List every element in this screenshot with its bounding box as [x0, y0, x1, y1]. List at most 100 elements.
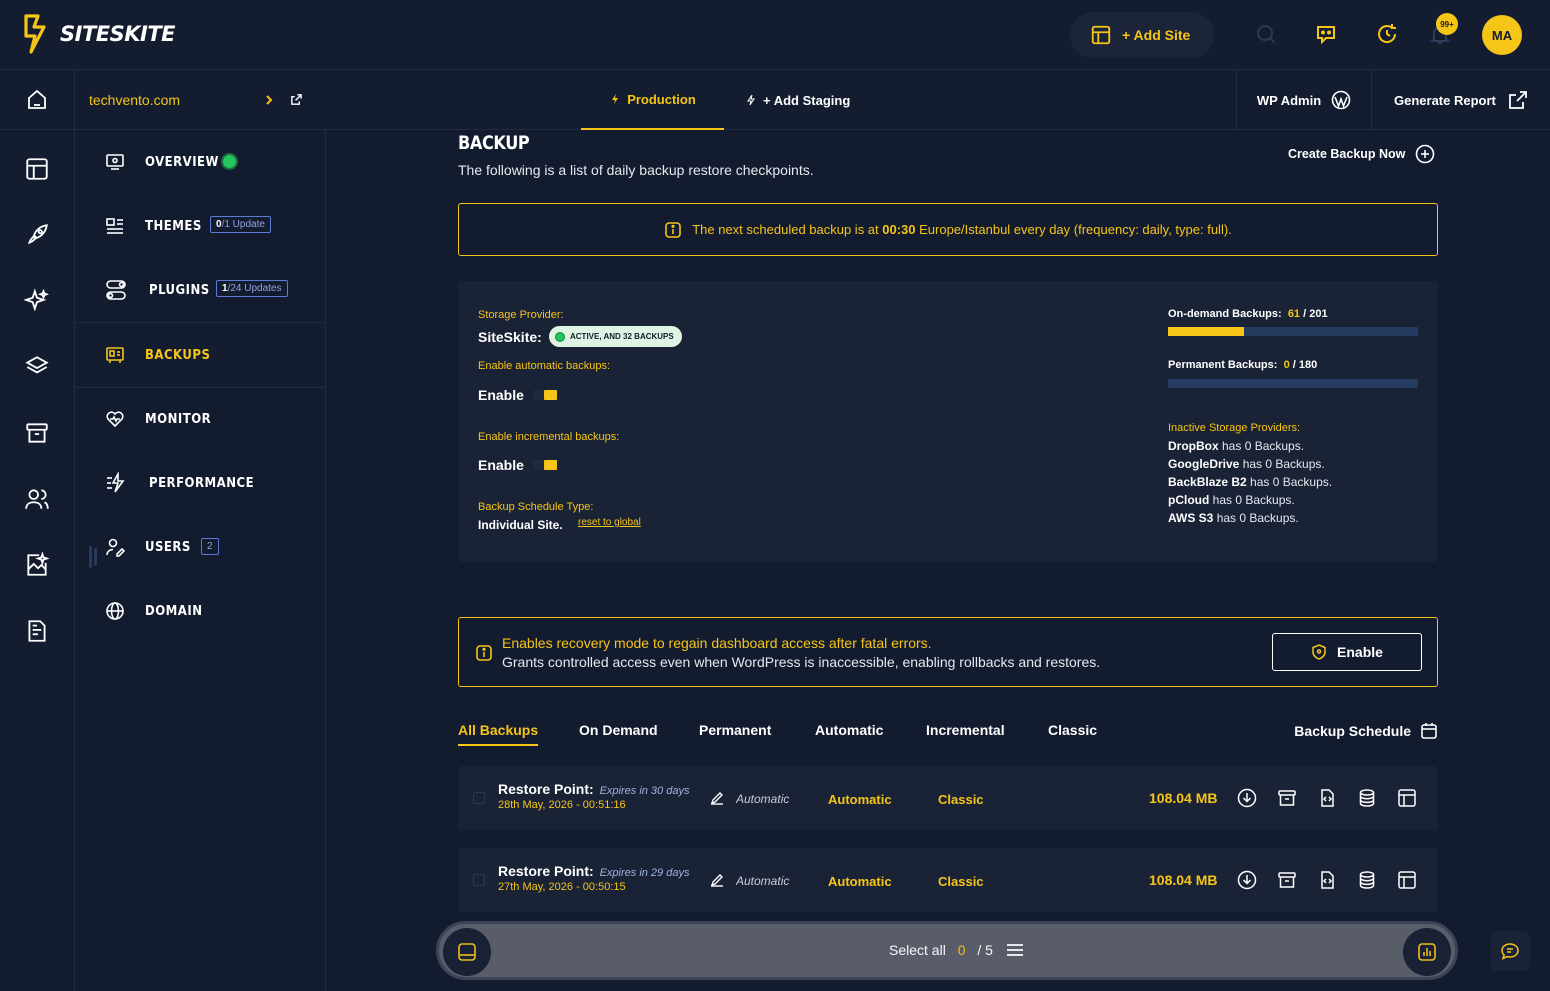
logo[interactable]: SITESKITE [22, 14, 176, 54]
edit-pencil-icon[interactable] [710, 791, 724, 805]
backups-icon [106, 347, 124, 363]
inactive-provider: GoogleDrive has 0 Backups. [1168, 457, 1325, 471]
sidebar-item-label: BACKUPS [145, 347, 211, 363]
document-icon[interactable] [24, 618, 50, 644]
scroll-handle[interactable] [89, 546, 97, 568]
tab-incremental[interactable]: Incremental [926, 722, 1005, 744]
bolt-outline-icon [747, 94, 755, 106]
wp-admin-button[interactable]: WP Admin [1236, 70, 1372, 130]
layout-icon[interactable] [1397, 870, 1417, 890]
tab-production[interactable]: Production [581, 70, 724, 130]
notifications-badge: 99+ [1436, 13, 1458, 35]
sidebar-item-performance[interactable]: PERFORMANCE [75, 451, 325, 515]
recovery-line1: Enables recovery mode to regain dashboar… [502, 635, 932, 651]
external-link-icon[interactable] [290, 93, 303, 106]
incremental-backup-toggle[interactable] [533, 460, 557, 470]
layout-icon [1091, 25, 1111, 45]
sidebar-item-backups[interactable]: BACKUPS [75, 322, 325, 388]
update-badge[interactable]: 1/24 Updates [216, 280, 288, 297]
sidebar-item-plugins[interactable]: PLUGINS 1/24 Updates [75, 258, 325, 322]
database-icon[interactable] [1357, 788, 1377, 808]
select-all-control[interactable]: Select all 0 / 5 [889, 942, 1023, 958]
auto-backup-toggle[interactable] [533, 390, 557, 400]
site-name-link[interactable]: techvento.com [89, 92, 180, 108]
panel-icon [458, 943, 476, 961]
tab-permanent[interactable]: Permanent [699, 722, 771, 744]
performance-icon [107, 472, 125, 493]
backup-schedule-button[interactable]: Backup Schedule [1294, 722, 1438, 740]
row-checkbox[interactable] [473, 792, 485, 804]
search-icon[interactable] [1254, 22, 1278, 46]
info-icon [476, 645, 492, 661]
archive-icon[interactable] [24, 420, 50, 446]
main-content: BACKUP The following is a list of daily … [326, 130, 1550, 991]
add-site-button[interactable]: + Add Site [1070, 12, 1214, 58]
backup-note[interactable]: Automatic [736, 792, 790, 806]
generate-report-button[interactable]: Generate Report [1394, 70, 1528, 130]
tab-on-demand[interactable]: On Demand [579, 722, 658, 744]
chat-button[interactable] [1490, 931, 1530, 971]
archive-icon[interactable] [1277, 788, 1297, 808]
reset-to-global-link[interactable]: reset to global [578, 517, 641, 528]
layers-icon[interactable] [24, 354, 50, 380]
restore-point-title: Restore Point: Expires in 29 days [498, 863, 690, 879]
team-icon[interactable] [24, 486, 50, 512]
backup-note[interactable]: Automatic [736, 874, 790, 888]
download-icon[interactable] [1237, 788, 1257, 808]
sidebar-item-overview[interactable]: OVERVIEW [75, 130, 325, 194]
chevron-right-icon[interactable] [263, 94, 275, 106]
home-button[interactable] [0, 70, 75, 130]
update-badge[interactable]: 0/1 Update [210, 216, 271, 233]
tab-add-staging-label: + Add Staging [763, 92, 851, 108]
backup-method: Classic [938, 874, 984, 889]
tab-classic[interactable]: Classic [1048, 722, 1097, 744]
backup-row[interactable]: Restore Point: Expires in 30 days 28th M… [458, 766, 1438, 830]
inactive-providers-list: DropBox has 0 Backups. GoogleDrive has 0… [1168, 437, 1332, 527]
bolt-icon [612, 94, 619, 104]
code-file-icon[interactable] [1317, 788, 1337, 808]
database-icon[interactable] [1357, 870, 1377, 890]
enable-recovery-button[interactable]: Enable [1272, 633, 1422, 671]
inactive-providers-label: Inactive Storage Providers: [1168, 422, 1301, 434]
enable-recovery-label: Enable [1337, 644, 1383, 660]
row-checkbox[interactable] [473, 874, 485, 886]
download-icon[interactable] [1237, 870, 1257, 890]
users-count-badge[interactable]: 2 [201, 538, 219, 555]
layout-icon[interactable] [1397, 788, 1417, 808]
tab-add-staging[interactable]: + Add Staging [745, 70, 850, 130]
shield-icon [1312, 644, 1326, 660]
sparkles-icon[interactable] [24, 288, 50, 314]
plugins-icon [106, 280, 126, 300]
icon-rail [0, 130, 75, 991]
sidebar-item-monitor[interactable]: MONITOR [75, 387, 325, 451]
incremental-backup-value: Enable [478, 457, 524, 473]
backup-row[interactable]: Restore Point: Expires in 29 days 27th M… [458, 848, 1438, 912]
sidebar-item-users[interactable]: USERS 2 [75, 515, 325, 579]
code-file-icon[interactable] [1317, 870, 1337, 890]
permanent-label: Permanent Backups: 0 / 180 [1168, 359, 1318, 371]
restore-point-date: 27th May, 2026 - 00:50:15 [498, 881, 626, 893]
brand-name: SITESKITE [60, 22, 176, 46]
panel-toggle-button[interactable] [443, 928, 491, 976]
edit-pencil-icon[interactable] [710, 873, 724, 887]
backup-method: Classic [938, 792, 984, 807]
sidebar-item-themes[interactable]: THEMES 0/1 Update [75, 194, 325, 258]
sidebar-item-domain[interactable]: DOMAIN [75, 579, 325, 643]
avatar[interactable]: MA [1482, 15, 1522, 55]
stats-button[interactable] [1403, 928, 1451, 976]
ondemand-progress-bar [1168, 327, 1418, 336]
support-chat-icon[interactable] [1314, 22, 1338, 46]
sidebar-item-label: PLUGINS [149, 282, 210, 298]
tab-automatic[interactable]: Automatic [815, 722, 883, 744]
generate-report-label: Generate Report [1394, 92, 1496, 108]
reports-image-icon[interactable] [24, 552, 50, 578]
dashboard-icon[interactable] [24, 156, 50, 182]
tab-all-backups[interactable]: All Backups [458, 722, 539, 746]
archive-icon[interactable] [1277, 870, 1297, 890]
history-icon[interactable] [1375, 22, 1399, 46]
create-backup-button[interactable]: Create Backup Now [1288, 144, 1435, 164]
sidebar-item-label: THEMES [145, 218, 202, 234]
inactive-provider: DropBox has 0 Backups. [1168, 439, 1305, 453]
menu-icon[interactable] [1006, 943, 1023, 957]
rocket-icon[interactable] [24, 222, 50, 248]
